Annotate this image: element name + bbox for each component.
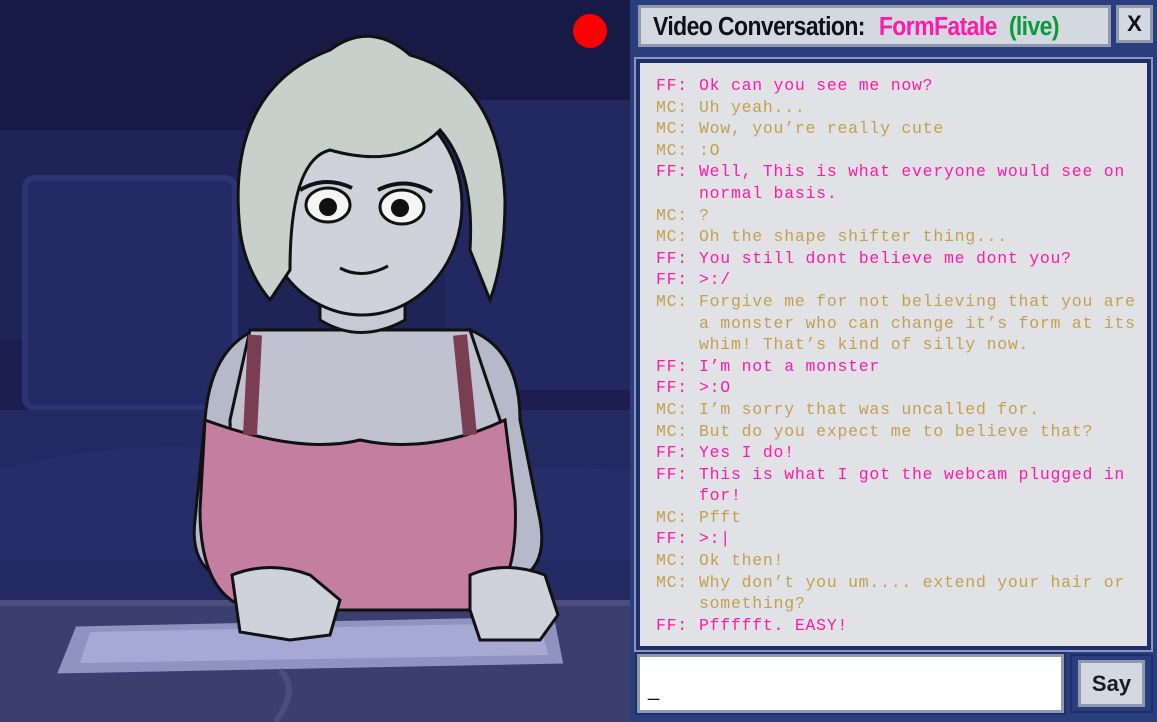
message-sender: MC:: [656, 507, 688, 527]
message-text: But do you expect me to believe that?: [699, 421, 1094, 441]
message-sender: MC:: [656, 97, 688, 117]
message-sender: MC:: [656, 399, 688, 419]
say-button-label: Say: [1078, 660, 1145, 707]
message-text: Pfft: [699, 507, 742, 527]
chat-message: FF: I’m not a monster: [656, 356, 1147, 378]
video-feed: [0, 0, 630, 722]
chat-message: MC: Wow, you’re really cute: [656, 118, 1147, 140]
message-input[interactable]: _: [635, 652, 1066, 715]
message-sender: MC:: [656, 551, 688, 571]
chat-panel: Video Conversation: FormFatale (live) X …: [630, 0, 1157, 722]
chat-message: MC: Oh the shape shifter thing...: [656, 226, 1147, 248]
chat-message: MC: Ok then!: [656, 550, 1147, 572]
chat-message: FF: Yes I do!: [656, 442, 1147, 464]
message-text: I’m not a monster: [699, 356, 881, 376]
chat-message: FF: Pffffft. EASY!: [656, 615, 1147, 637]
say-button[interactable]: Say: [1070, 654, 1153, 713]
recording-indicator: [573, 14, 607, 48]
message-text: >:|: [699, 529, 731, 549]
message-text: Oh the shape shifter thing...: [699, 227, 1008, 247]
chat-message: FF: >:O: [656, 377, 1147, 399]
message-sender: FF:: [656, 615, 688, 635]
message-text: ?: [699, 205, 710, 225]
message-text: Why don’t you um.... extend your hair or…: [699, 572, 1126, 614]
message-text: Pffffft. EASY!: [699, 615, 849, 635]
chat-message: MC: :O: [656, 140, 1147, 162]
chat-message: MC: But do you expect me to believe that?: [656, 421, 1147, 443]
chat-message: MC: I’m sorry that was uncalled for.: [656, 399, 1147, 421]
message-text: Forgive me for not believing that you ar…: [699, 291, 1136, 355]
chat-message: FF: This is what I got the webcam plugged…: [656, 464, 1147, 507]
message-text: You still dont believe me dont you?: [699, 248, 1072, 268]
chat-message: MC: Pfft: [656, 507, 1147, 529]
chat-log[interactable]: FF: Ok can you see me now? MC: Uh yeah... MC…: [634, 57, 1153, 652]
message-text: Ok then!: [699, 551, 785, 571]
message-text: This is what I got the webcam plugged in…: [699, 464, 1126, 506]
message-text: >:/: [699, 270, 731, 290]
message-sender: MC:: [656, 572, 688, 592]
message-sender: FF:: [656, 76, 688, 95]
message-sender: MC:: [656, 421, 688, 441]
message-sender: FF:: [656, 443, 688, 463]
message-text: I’m sorry that was uncalled for.: [699, 399, 1040, 419]
message-sender: FF:: [656, 248, 688, 268]
message-sender: FF:: [656, 356, 688, 376]
chat-message: MC: Why don’t you um.... extend your hair…: [656, 572, 1147, 615]
message-sender: MC:: [656, 140, 688, 160]
chat-message: MC:?: [656, 205, 1147, 227]
message-text: >:O: [699, 378, 731, 398]
webcam-image: [0, 0, 630, 722]
message-sender: MC:: [656, 205, 688, 225]
chat-message: FF: Well, This is what everyone would see…: [656, 161, 1147, 204]
message-sender: MC:: [656, 291, 688, 311]
close-button[interactable]: X: [1116, 5, 1153, 43]
message-text: :O: [699, 140, 721, 160]
window-title: Video Conversation:: [653, 10, 865, 40]
message-text: Ok can you see me now?: [699, 76, 934, 95]
chat-message: FF: >:|: [656, 528, 1147, 550]
message-sender: FF:: [656, 270, 688, 290]
chat-message: MC: Forgive me for not believing that you…: [656, 291, 1147, 356]
chat-message: FF: Ok can you see me now?: [656, 75, 1147, 97]
message-text: Well, This is what everyone would see on…: [699, 162, 1126, 203]
message-text: Yes I do!: [699, 443, 795, 463]
chat-message: FF: >:/: [656, 269, 1147, 291]
contact-name: FormFatale: [878, 10, 998, 40]
message-sender: FF:: [656, 464, 688, 484]
message-sender: FF:: [656, 529, 688, 549]
live-status: (live): [1008, 10, 1060, 40]
chat-message: FF: You still dont believe me dont you?: [656, 248, 1147, 270]
chat-message: MC: Uh yeah...: [656, 97, 1147, 119]
title-bar: Video Conversation: FormFatale (live): [638, 5, 1111, 47]
message-sender: MC:: [656, 227, 688, 247]
message-sender: MC:: [656, 119, 688, 139]
message-text: Wow, you’re really cute: [699, 119, 944, 139]
message-sender: FF:: [656, 162, 688, 182]
message-text: Uh yeah...: [699, 97, 806, 117]
message-sender: FF:: [656, 378, 688, 398]
